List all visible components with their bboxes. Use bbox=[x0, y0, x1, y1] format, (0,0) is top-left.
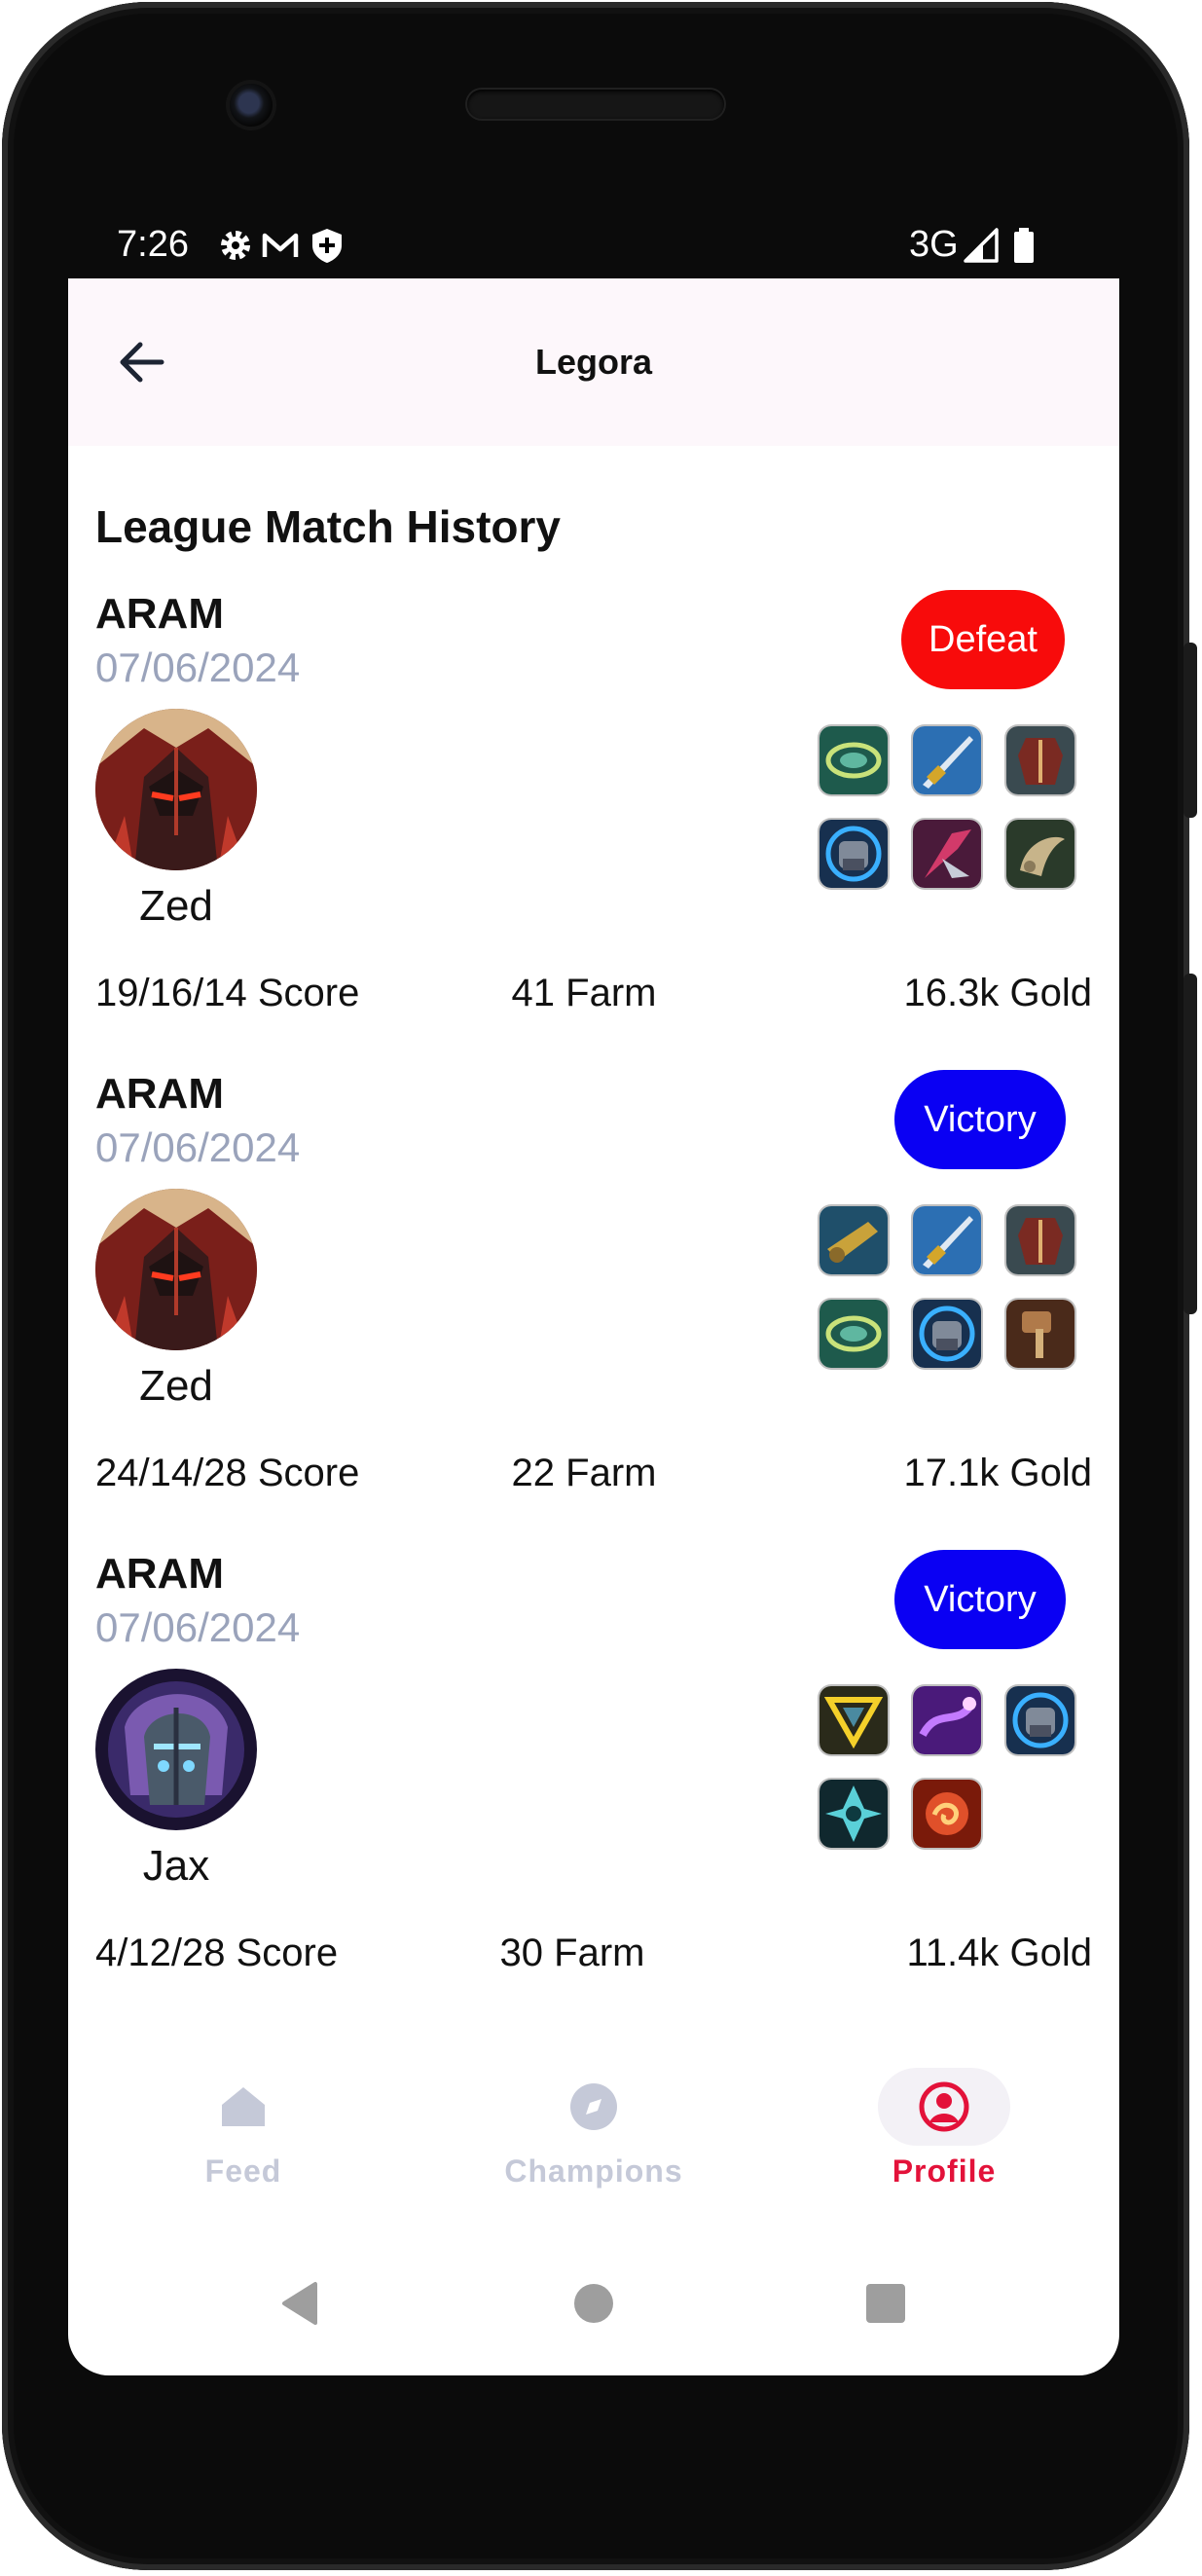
kda-score: 4/12/28 Score bbox=[95, 1932, 339, 1974]
back-triangle-icon[interactable] bbox=[273, 2274, 331, 2333]
nav-label: Profile bbox=[892, 2153, 997, 2189]
compass-icon bbox=[570, 2083, 617, 2130]
recents-square-icon[interactable] bbox=[856, 2274, 915, 2333]
app-bar: Legora bbox=[68, 278, 1119, 446]
result-badge: Victory bbox=[894, 1550, 1066, 1649]
profile-icon bbox=[919, 2081, 969, 2132]
home-icon bbox=[222, 2087, 265, 2126]
item-bronze-hammer-icon bbox=[1006, 1300, 1075, 1368]
item-blue-gauntlet-icon bbox=[913, 1300, 981, 1368]
item-grid bbox=[820, 726, 1082, 896]
network-type: 3G bbox=[909, 224, 959, 265]
match-card[interactable]: ARAM 07/06/2024 Victory Jax 4/12/28 Scor… bbox=[95, 1550, 1092, 2031]
item-red-armor-icon bbox=[1006, 1206, 1075, 1274]
item-blue-blade-icon bbox=[913, 1206, 981, 1274]
page-title: Legora bbox=[534, 342, 653, 382]
zed-portrait-icon bbox=[95, 709, 257, 870]
farm-count: 30 Farm bbox=[499, 1932, 645, 1974]
status-time: 7:26 bbox=[117, 224, 189, 265]
gmail-icon bbox=[262, 233, 299, 257]
zed-portrait-icon bbox=[95, 1189, 257, 1350]
nav-item-feed[interactable]: Feed bbox=[68, 2041, 419, 2206]
signal-icon bbox=[964, 228, 999, 263]
farm-count: 41 Farm bbox=[511, 972, 657, 1014]
result-badge: Victory bbox=[894, 1070, 1066, 1169]
bottom-nav: Feed Champions Profile bbox=[68, 2041, 1119, 2206]
champion-name: Jax bbox=[142, 1842, 210, 1890]
earpiece-speaker bbox=[467, 90, 724, 119]
settings-icon bbox=[221, 231, 250, 260]
match-date: 07/06/2024 bbox=[95, 1604, 301, 1650]
front-camera bbox=[230, 84, 273, 127]
champion-avatar bbox=[95, 1189, 257, 1350]
item-violet-staff-icon bbox=[913, 1686, 981, 1754]
kda-score: 24/14/28 Score bbox=[95, 1452, 360, 1494]
nav-label: Champions bbox=[504, 2153, 683, 2189]
gold-earned: 16.3k Gold bbox=[903, 972, 1092, 1014]
item-teal-shard-icon bbox=[820, 1780, 888, 1848]
item-green-ring-icon bbox=[820, 726, 888, 794]
home-circle-icon[interactable] bbox=[565, 2274, 623, 2333]
shield-icon bbox=[312, 229, 342, 263]
match-card[interactable]: ARAM 07/06/2024 Victory Zed 24/14/28 Sco… bbox=[95, 1070, 1092, 1551]
item-beige-horn-icon bbox=[1006, 820, 1075, 888]
match-mode: ARAM bbox=[95, 1550, 224, 1598]
match-date: 07/06/2024 bbox=[95, 1124, 301, 1170]
gold-earned: 11.4k Gold bbox=[906, 1932, 1093, 1974]
match-date: 07/06/2024 bbox=[95, 644, 301, 690]
nav-item-champions[interactable]: Champions bbox=[419, 2041, 769, 2206]
battery-icon bbox=[1014, 228, 1034, 263]
item-yellow-triforce-icon bbox=[820, 1686, 888, 1754]
farm-count: 22 Farm bbox=[511, 1452, 657, 1494]
champion-avatar bbox=[95, 709, 257, 870]
item-purple-scythe-icon bbox=[913, 820, 981, 888]
champion-name: Zed bbox=[139, 882, 213, 930]
gold-earned: 17.1k Gold bbox=[903, 1452, 1092, 1494]
item-blue-blade-icon bbox=[913, 726, 981, 794]
item-grid bbox=[820, 1686, 1082, 1856]
nav-label: Feed bbox=[204, 2153, 282, 2189]
champion-name: Zed bbox=[139, 1362, 213, 1410]
match-mode: ARAM bbox=[95, 590, 224, 638]
match-card[interactable]: ARAM 07/06/2024 Defeat Zed 19/16/14 Scor… bbox=[95, 590, 1092, 1071]
item-green-ring-icon bbox=[820, 1300, 888, 1368]
item-blue-gauntlet-icon bbox=[1006, 1686, 1075, 1754]
volume-button bbox=[1184, 974, 1197, 1314]
item-red-orb-icon bbox=[913, 1780, 981, 1848]
status-bar: 7:26 3G bbox=[68, 222, 1119, 284]
item-red-armor-icon bbox=[1006, 726, 1075, 794]
power-button bbox=[1184, 643, 1197, 818]
app-screen: Legora League Match History ARAM 07/06/2… bbox=[68, 278, 1119, 2375]
item-grid bbox=[820, 1206, 1082, 1376]
result-badge: Defeat bbox=[901, 590, 1065, 689]
jax-portrait-icon bbox=[95, 1669, 257, 1830]
match-mode: ARAM bbox=[95, 1070, 224, 1118]
champion-avatar bbox=[95, 1669, 257, 1830]
section-title: League Match History bbox=[95, 501, 561, 552]
arrow-left-icon[interactable] bbox=[107, 327, 177, 397]
kda-score: 19/16/14 Score bbox=[95, 972, 360, 1014]
item-gold-cannon-icon bbox=[820, 1206, 888, 1274]
item-blue-gauntlet-icon bbox=[820, 820, 888, 888]
nav-item-profile[interactable]: Profile bbox=[769, 2041, 1119, 2206]
system-nav-bar bbox=[68, 2255, 1119, 2352]
